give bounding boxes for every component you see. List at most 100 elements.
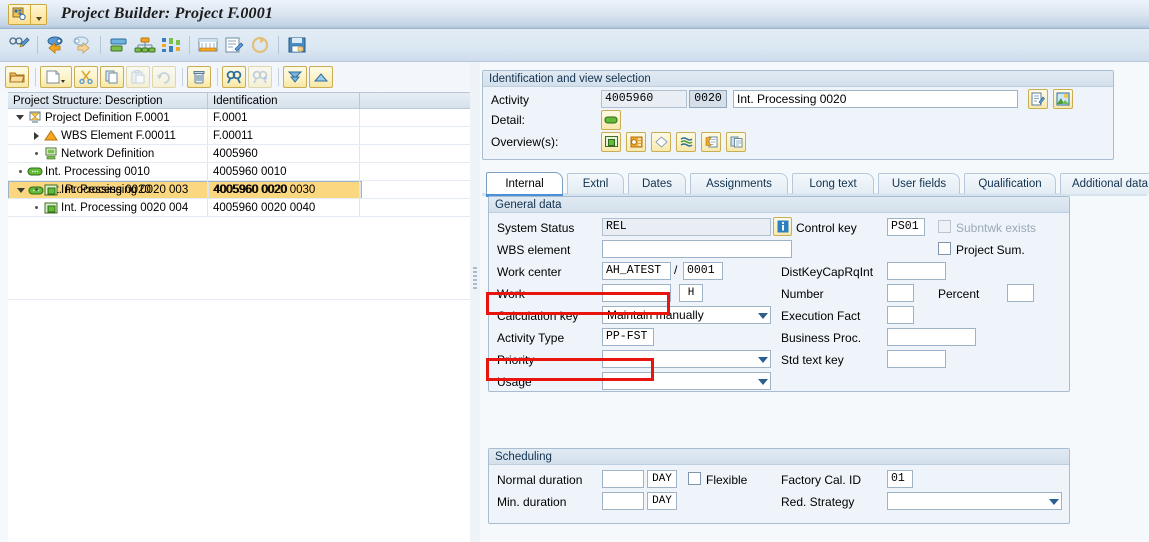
splitter-grip[interactable] xyxy=(473,267,477,291)
next-object-icon[interactable] xyxy=(69,33,95,57)
chevron-down-icon[interactable] xyxy=(758,357,768,363)
create-new-icon[interactable] xyxy=(40,65,72,88)
table-row[interactable]: Int. Processing 0010 4005960 0010 xyxy=(8,163,470,181)
twisty-expanded-icon[interactable] xyxy=(14,115,26,120)
project-sum-checkbox[interactable] xyxy=(938,242,951,255)
expand-all-icon[interactable] xyxy=(283,65,307,88)
chevron-down-icon[interactable] xyxy=(1049,499,1059,505)
tree-node-description[interactable]: Int. Processing 0020 004 xyxy=(8,199,208,216)
tree-column-description[interactable]: Project Structure: Description xyxy=(8,93,208,108)
gantt-chart-icon[interactable] xyxy=(195,33,221,57)
toolbar-separator xyxy=(100,36,101,54)
table-row[interactable]: WBS Element F.00011 F.00011 xyxy=(8,127,470,145)
prod-resources-overview-icon[interactable] xyxy=(676,132,696,152)
execution-fact-field[interactable] xyxy=(887,306,914,324)
tab-additional-data[interactable]: Additional data xyxy=(1060,173,1149,194)
normal-duration-field[interactable] xyxy=(602,470,644,488)
tree-node-description[interactable]: Network Definition xyxy=(8,145,208,162)
graphic-view-icon[interactable] xyxy=(1053,89,1073,109)
factory-cal-field[interactable]: 01 xyxy=(887,470,913,488)
find-icon[interactable] xyxy=(222,65,246,88)
number-field[interactable] xyxy=(887,284,914,302)
activity-suffix-field[interactable]: 0020 xyxy=(689,90,727,108)
activity-number-field[interactable]: 4005960 xyxy=(601,90,687,108)
activity-type-field[interactable]: PP-FST xyxy=(602,328,654,346)
system-status-field[interactable]: REL xyxy=(602,218,771,236)
network-graphic-icon[interactable] xyxy=(158,33,184,57)
documents-overview-icon[interactable] xyxy=(726,132,746,152)
work-unit-field[interactable]: H xyxy=(679,284,703,302)
twisty-collapsed-icon[interactable] xyxy=(30,131,42,140)
dist-key-field[interactable] xyxy=(887,262,946,280)
panel-splitter[interactable] xyxy=(470,62,480,542)
chevron-down-icon[interactable] xyxy=(758,313,768,319)
tree-node-description[interactable]: Int. Processing 0020 003 xyxy=(8,181,208,198)
tree-node-extra xyxy=(360,199,470,216)
table-row[interactable]: Network Definition 4005960 xyxy=(8,145,470,163)
cut-icon[interactable] xyxy=(74,65,98,88)
find-next-icon[interactable] xyxy=(248,65,272,88)
tree-body: Project Definition F.0001 F.0001 WBS Ele… xyxy=(8,109,470,299)
tab-long-text[interactable]: Long text xyxy=(792,173,874,194)
info-icon[interactable] xyxy=(773,217,792,236)
tree-node-description[interactable]: WBS Element F.00011 xyxy=(8,127,208,144)
normal-duration-unit-field[interactable]: DAY xyxy=(647,470,677,488)
chevron-down-icon[interactable] xyxy=(758,379,768,385)
wbs-element-label: WBS element xyxy=(497,243,571,257)
red-strategy-select[interactable] xyxy=(887,492,1062,510)
refresh-icon[interactable] xyxy=(247,33,273,57)
components-overview-icon[interactable] xyxy=(626,132,646,152)
copy-icon[interactable] xyxy=(100,65,124,88)
edit-note-icon[interactable] xyxy=(221,33,247,57)
flexible-checkbox[interactable] xyxy=(688,472,701,485)
priority-select[interactable] xyxy=(602,350,771,368)
table-row[interactable]: Int. Processing 0020 004 4005960 0020 00… xyxy=(8,199,470,217)
undo-icon[interactable] xyxy=(152,65,176,88)
work-center-plant-field[interactable]: 0001 xyxy=(683,262,723,280)
tree-node-description[interactable]: Int. Processing 0010 xyxy=(8,163,208,180)
system-menu-button[interactable] xyxy=(8,3,47,25)
delete-icon[interactable] xyxy=(187,65,211,88)
display-change-toggle-icon[interactable] xyxy=(6,33,32,57)
usage-select[interactable] xyxy=(602,372,771,390)
percent-field[interactable] xyxy=(1007,284,1034,302)
hierarchy-graphic-icon[interactable] xyxy=(132,33,158,57)
tab-assignments[interactable]: Assignments xyxy=(690,173,788,194)
min-duration-unit-field[interactable]: DAY xyxy=(647,492,677,510)
tree-node-description[interactable]: Project Definition F.0001 xyxy=(8,109,208,126)
activity-description-field[interactable]: Int. Processing 0020 xyxy=(733,90,1018,108)
tree-column-identification[interactable]: Identification xyxy=(208,93,360,108)
table-row[interactable]: Project Definition F.0001 F.0001 xyxy=(8,109,470,127)
project-definition-icon[interactable] xyxy=(106,33,132,57)
table-row[interactable]: Int. Processing 0020 003 4005960 0020 00… xyxy=(8,181,470,199)
toolbar-separator xyxy=(35,67,36,86)
dist-key-label: DistKeyCapRqInt xyxy=(781,265,874,279)
previous-object-icon[interactable] xyxy=(43,33,69,57)
tab-internal[interactable]: Internal xyxy=(486,172,563,197)
work-center-field[interactable]: AH_ATEST xyxy=(602,262,671,280)
milestones-overview-icon[interactable] xyxy=(701,132,721,152)
tab-extnl[interactable]: Extnl xyxy=(567,173,624,194)
chevron-down-icon[interactable] xyxy=(31,4,46,24)
collapse-all-icon[interactable] xyxy=(309,65,333,88)
save-variant-icon[interactable] xyxy=(284,33,310,57)
overviews-label: Overview(s): xyxy=(491,135,559,149)
tree-column-extra[interactable] xyxy=(360,93,470,108)
business-proc-field[interactable] xyxy=(887,328,976,346)
control-key-field[interactable]: PS01 xyxy=(887,218,925,236)
paste-icon[interactable] xyxy=(126,65,150,88)
work-field[interactable] xyxy=(602,284,671,302)
long-text-editor-icon[interactable] xyxy=(1028,89,1048,109)
std-text-key-field[interactable] xyxy=(887,350,946,368)
open-project-icon[interactable] xyxy=(5,65,29,88)
wbs-element-field[interactable] xyxy=(602,240,792,258)
activity-overview-icon[interactable] xyxy=(601,132,621,152)
min-duration-field[interactable] xyxy=(602,492,644,510)
calculation-key-select[interactable]: Maintain manually xyxy=(602,306,771,324)
system-status-label: System Status xyxy=(497,221,575,235)
tab-qualification[interactable]: Qualification xyxy=(964,173,1056,194)
tab-dates[interactable]: Dates xyxy=(628,173,686,194)
activity-detail-icon[interactable] xyxy=(601,110,621,130)
tab-user-fields[interactable]: User fields xyxy=(878,173,960,194)
relationships-overview-icon[interactable] xyxy=(651,132,671,152)
